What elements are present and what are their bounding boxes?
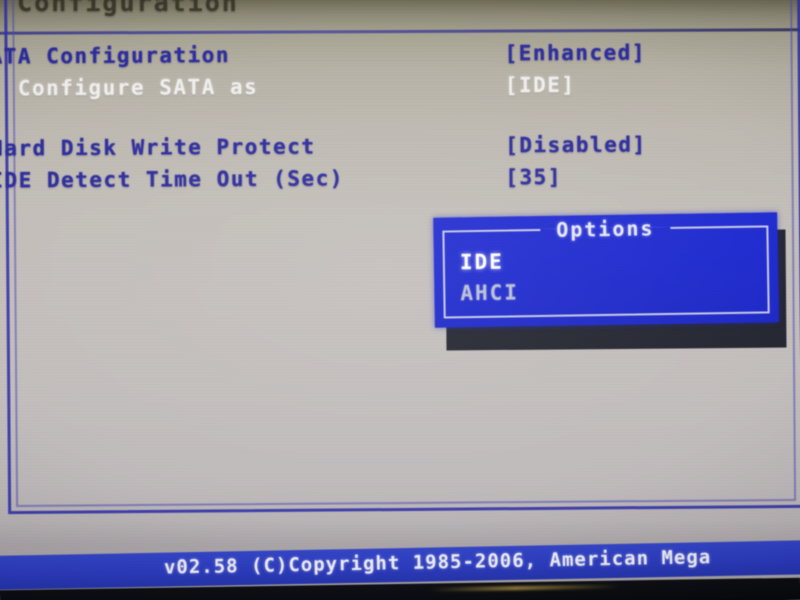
setting-label-ide-detect-time-out: IDE Detect Time Out (Sec) <box>0 166 345 193</box>
options-dialog: Options IDE AHCI <box>433 212 779 328</box>
setting-row-configure-sata-as[interactable]: Configure SATA as [IDE] <box>0 72 800 109</box>
option-item-ahci[interactable]: AHCI <box>460 277 519 309</box>
setting-row-hard-disk-write-protect[interactable]: Hard Disk Write Protect [Disabled] <box>0 132 800 169</box>
setting-value-hard-disk-write-protect[interactable]: [Disabled] <box>505 132 647 157</box>
page-title: DE Configuration <box>0 0 239 17</box>
setting-row-ide-detect-time-out[interactable]: IDE Detect Time Out (Sec) [35] <box>0 164 800 201</box>
option-item-ide[interactable]: IDE <box>460 246 519 278</box>
header: DE Configuration <box>0 0 800 22</box>
options-dialog-list: IDE AHCI <box>460 246 520 309</box>
setting-label-hard-disk-write-protect: Hard Disk Write Protect <box>0 134 316 161</box>
bios-setup-screen: DE Configuration ATA Configuration [Enha… <box>0 0 800 600</box>
setting-label-sata-configuration: ATA Configuration <box>0 43 231 69</box>
footer-copyright: v02.58 (C)Copyright 1985-2006, American … <box>163 546 712 579</box>
setting-value-ide-detect-time-out[interactable]: [35] <box>505 165 562 189</box>
setting-value-configure-sata-as[interactable]: [IDE] <box>505 73 576 97</box>
setting-row-sata-configuration[interactable]: ATA Configuration [Enhanced] <box>0 40 800 77</box>
setting-label-configure-sata-as: Configure SATA as <box>17 74 259 101</box>
settings-list: ATA Configuration [Enhanced] Configure S… <box>0 40 800 201</box>
setting-value-sata-configuration[interactable]: [Enhanced] <box>505 40 647 65</box>
